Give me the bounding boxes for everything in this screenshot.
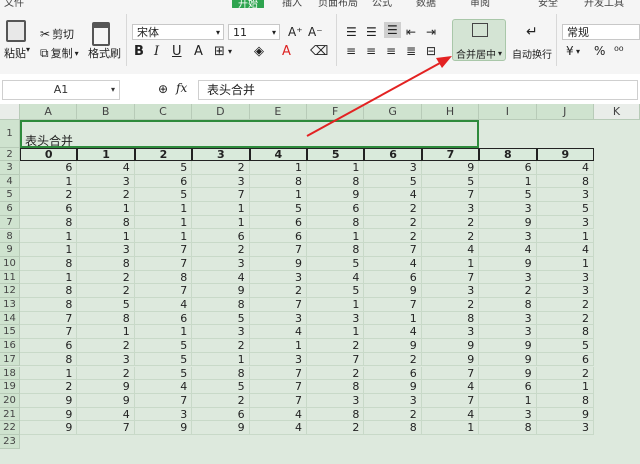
annotation-arrow-head [436, 56, 452, 68]
annotation-arrow [306, 56, 452, 137]
annotation-arrow-line [306, 62, 441, 137]
